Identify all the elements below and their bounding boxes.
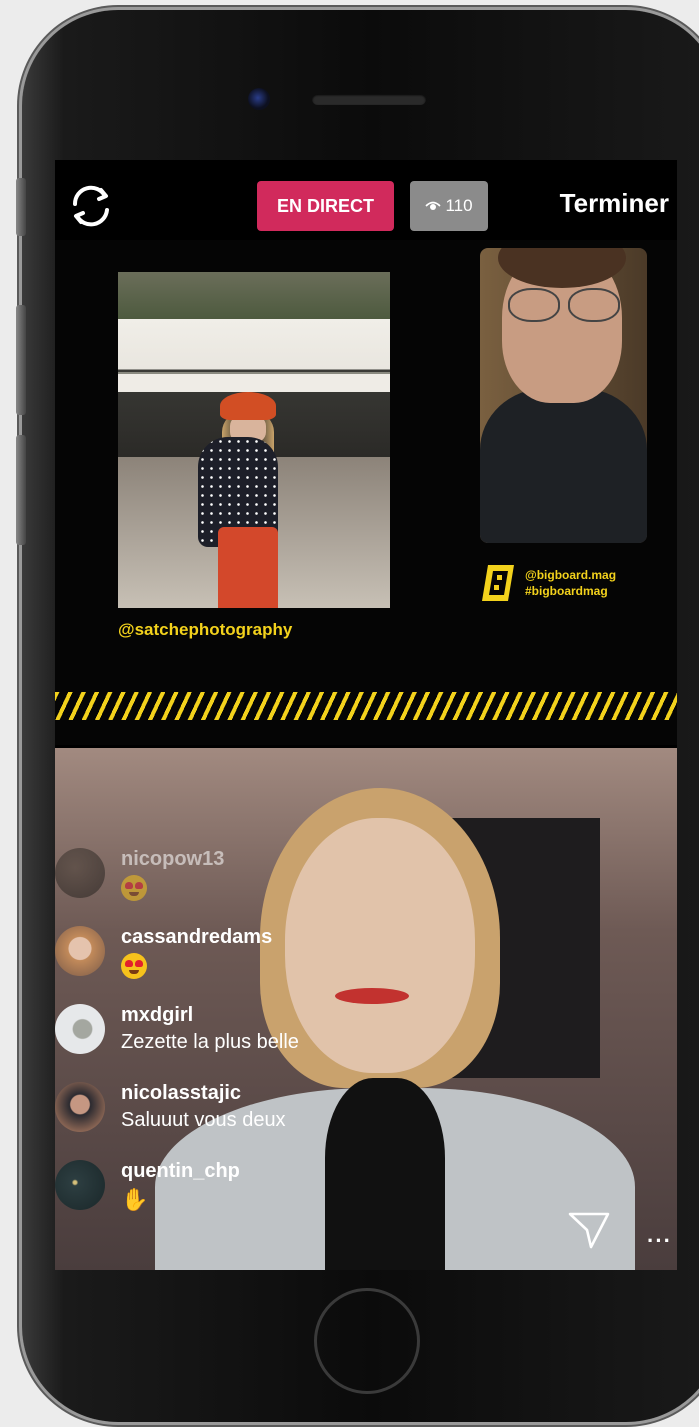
avatar[interactable] [55, 926, 105, 976]
yellow-stripe-divider [55, 692, 677, 720]
viewer-count-badge[interactable]: 110 [410, 181, 488, 231]
live-badge: EN DIRECT [257, 181, 394, 231]
heart-eyes-emoji-icon [121, 875, 147, 901]
mute-switch [16, 178, 26, 236]
avatar[interactable] [55, 1160, 105, 1210]
photo-skirt [218, 527, 278, 608]
comment-username[interactable]: mxdgirl [121, 1004, 193, 1027]
avatar[interactable] [55, 1082, 105, 1132]
comment-text: Zezette la plus belle [121, 1031, 299, 1053]
viewer-count: 110 [445, 196, 473, 215]
bigboard-logo-icon [482, 565, 514, 601]
front-camera [248, 88, 270, 110]
waving-hand-emoji-icon: ✋ [121, 1187, 149, 1212]
comment-item: nicolasstajic Saluuut vous deux [55, 1082, 475, 1160]
screen: EN DIRECT 110 Terminer @satchephotograph… [55, 160, 677, 1270]
guest-video-frame [480, 248, 647, 543]
bigboard-hashtag: #bigboardmag [525, 584, 608, 598]
avatar[interactable] [55, 1004, 105, 1054]
comment-item: nicopow13 [55, 848, 475, 926]
comment-text: Saluuut vous deux [121, 1109, 286, 1131]
comment-text [121, 875, 147, 907]
comment-item: quentin_chp ✋ [55, 1160, 475, 1238]
host-video: nicopow13 cassandredams mxdgirl Zezette … [55, 748, 677, 1270]
avatar[interactable] [55, 848, 105, 898]
earpiece-speaker [312, 94, 426, 105]
comment-text: ✋ [121, 1187, 148, 1213]
comment-username[interactable]: nicopow13 [121, 848, 224, 871]
heart-eyes-emoji-icon [121, 953, 147, 979]
cafe-sign [118, 372, 390, 392]
more-options-icon[interactable]: ··· [647, 1228, 672, 1254]
guest-sweater [480, 388, 647, 543]
street-fashion-photo [118, 272, 390, 608]
comment-item: cassandredams [55, 926, 475, 1004]
shared-board: @satchephotography @bigboard.mag #bigboa… [55, 240, 677, 745]
comment-text [121, 953, 147, 985]
bigboard-handle: @bigboard.mag #bigboardmag [525, 567, 616, 599]
eye-icon [425, 201, 442, 210]
bigboard-account: @bigboard.mag [525, 568, 617, 582]
comment-username[interactable]: nicolasstajic [121, 1082, 241, 1105]
volume-down-button [16, 435, 26, 545]
send-direct-icon[interactable] [567, 1210, 611, 1250]
photo-hat [220, 392, 276, 420]
comment-username[interactable]: quentin_chp [121, 1160, 240, 1183]
photo-credit-handle: @satchephotography [118, 620, 293, 639]
comment-feed: nicopow13 cassandredams mxdgirl Zezette … [55, 848, 475, 1238]
volume-up-button [16, 305, 26, 415]
end-live-button[interactable]: Terminer [560, 188, 669, 219]
flip-camera-icon[interactable] [67, 182, 115, 230]
home-button[interactable] [314, 1288, 420, 1394]
comment-item: mxdgirl Zezette la plus belle [55, 1004, 475, 1082]
comment-username[interactable]: cassandredams [121, 926, 272, 949]
guest-glasses [508, 288, 620, 322]
